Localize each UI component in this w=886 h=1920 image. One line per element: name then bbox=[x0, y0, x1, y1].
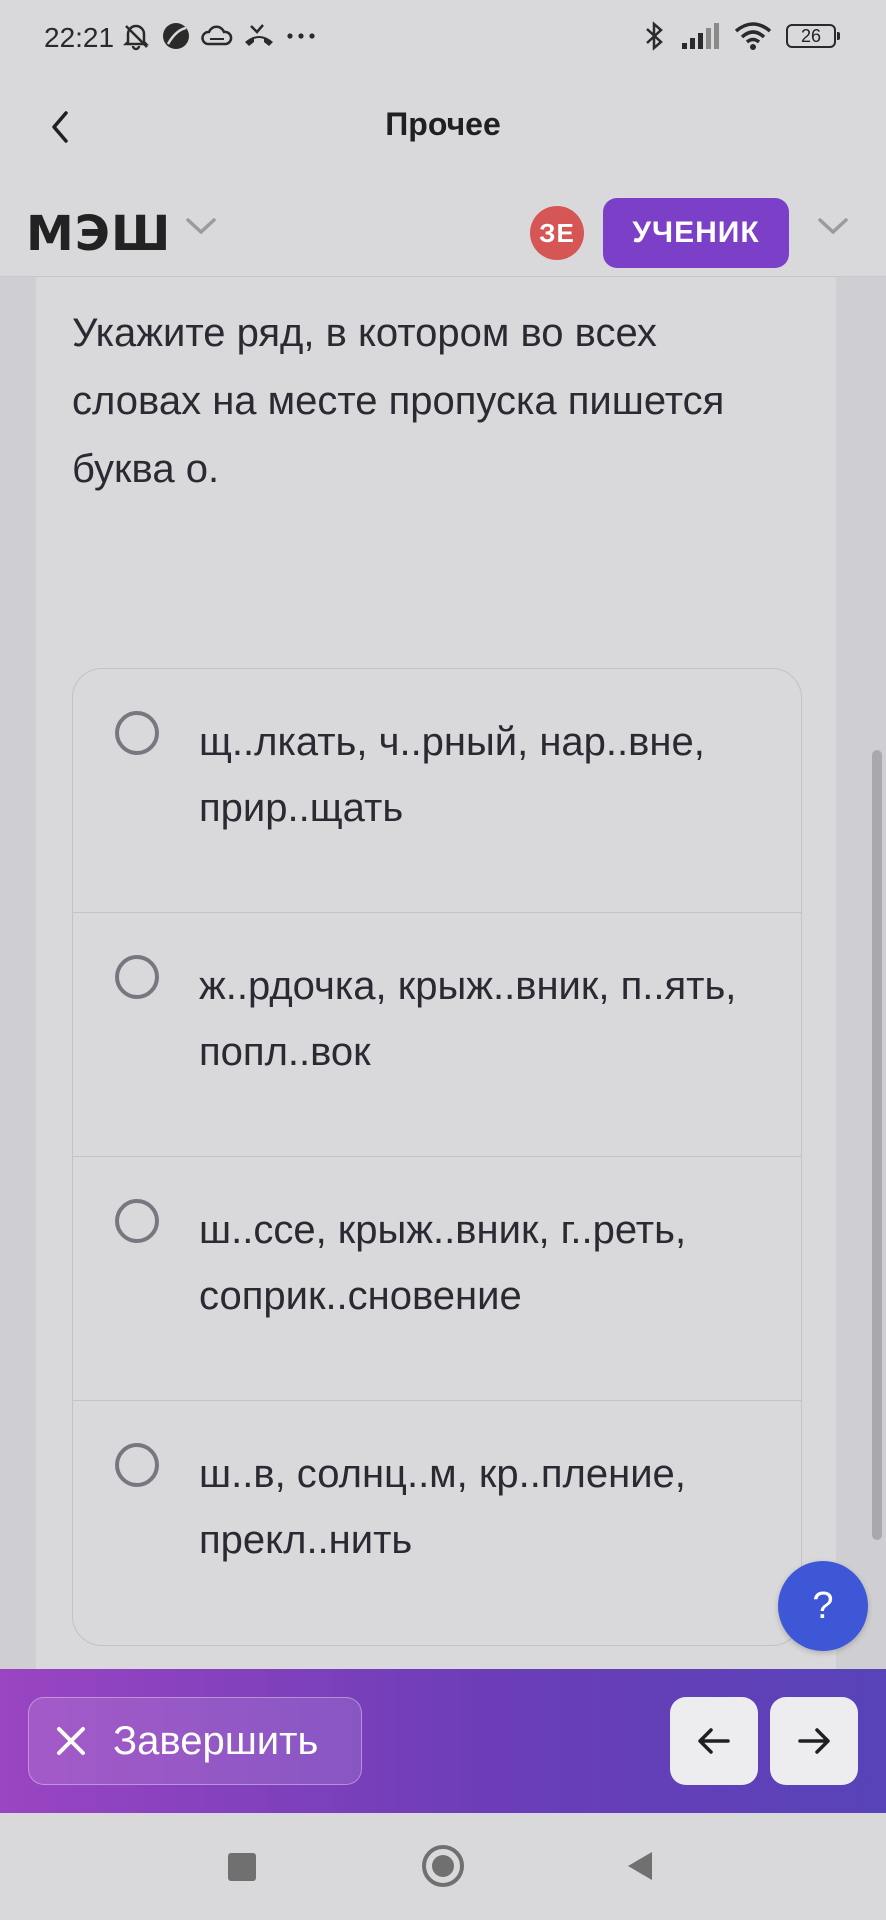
logo-menu-toggle[interactable] bbox=[184, 216, 218, 241]
cloud-icon bbox=[201, 25, 233, 46]
mute-icon bbox=[122, 24, 150, 51]
scrollbar[interactable] bbox=[872, 750, 882, 1540]
status-left-icons bbox=[120, 20, 318, 52]
recent-apps-icon[interactable] bbox=[228, 1853, 256, 1881]
radio-button[interactable] bbox=[115, 711, 159, 755]
chevron-down-icon bbox=[818, 218, 848, 235]
radio-button[interactable] bbox=[115, 955, 159, 999]
wifi-icon bbox=[734, 22, 772, 50]
answer-option[interactable]: ж..рдочка, крыж..вник, п..ять, попл..вок bbox=[73, 913, 801, 1157]
answer-option[interactable]: щ..лкать, ч..рный, нар..вне, прир..щать bbox=[73, 669, 801, 913]
radio-button[interactable] bbox=[115, 1443, 159, 1487]
question-card: Укажите ряд, в котором во всех словах на… bbox=[36, 277, 836, 1669]
finish-label: Завершить bbox=[113, 1718, 319, 1763]
battery-icon: 26 bbox=[786, 24, 840, 48]
home-icon[interactable] bbox=[422, 1845, 464, 1887]
status-bar: 22:21 26 bbox=[0, 0, 886, 78]
answer-option[interactable]: ш..ссе, крыж..вник, г..реть, соприк..сно… bbox=[73, 1157, 801, 1401]
page-title: Прочее bbox=[385, 106, 501, 142]
system-nav-bar bbox=[0, 1813, 886, 1920]
close-icon bbox=[49, 1719, 93, 1763]
back-triangle-icon[interactable] bbox=[624, 1849, 656, 1883]
option-text: ж..рдочка, крыж..вник, п..ять, попл..вок bbox=[199, 964, 737, 1074]
answer-option[interactable]: ш..в, солнц..м, кр..пление, прекл..нить bbox=[73, 1401, 801, 1645]
prev-button[interactable] bbox=[670, 1697, 758, 1785]
action-bar: Завершить bbox=[0, 1669, 886, 1813]
signal-icon bbox=[682, 23, 719, 49]
option-text: ш..ссе, крыж..вник, г..реть, соприк..сно… bbox=[199, 1208, 687, 1318]
avatar[interactable]: ЗЕ bbox=[530, 206, 584, 260]
more-dots-icon bbox=[287, 33, 315, 39]
page-header: Прочее bbox=[0, 78, 886, 176]
app-logo[interactable]: МЭШ bbox=[26, 206, 171, 262]
bluetooth-icon bbox=[646, 21, 663, 51]
content-area[interactable]: Укажите ряд, в котором во всех словах на… bbox=[0, 277, 886, 1669]
arrow-right-icon bbox=[798, 1728, 830, 1754]
radio-button[interactable] bbox=[115, 1199, 159, 1243]
answer-options: щ..лкать, ч..рный, нар..вне, прир..щать … bbox=[72, 668, 802, 1646]
status-time: 22:21 bbox=[44, 22, 115, 53]
help-button[interactable]: ? bbox=[778, 1561, 868, 1651]
battery-level: 26 bbox=[800, 25, 822, 46]
option-text: щ..лкать, ч..рный, нар..вне, прир..щать bbox=[199, 720, 705, 830]
next-button[interactable] bbox=[770, 1697, 858, 1785]
missed-call-icon bbox=[245, 24, 273, 46]
question-text: Укажите ряд, в котором во всех словах на… bbox=[72, 311, 725, 491]
moon-icon bbox=[163, 23, 189, 49]
finish-button[interactable]: Завершить bbox=[28, 1697, 362, 1785]
option-text: ш..в, солнц..м, кр..пление, прекл..нить bbox=[199, 1452, 686, 1562]
chevron-down-icon bbox=[186, 218, 216, 235]
status-right-icons: 26 bbox=[642, 20, 840, 52]
arrow-left-icon bbox=[698, 1728, 730, 1754]
user-menu-toggle[interactable] bbox=[816, 216, 850, 241]
role-badge[interactable]: УЧЕНИК bbox=[603, 198, 789, 268]
app-bar: МЭШ ЗЕ УЧЕНИК bbox=[0, 176, 886, 277]
